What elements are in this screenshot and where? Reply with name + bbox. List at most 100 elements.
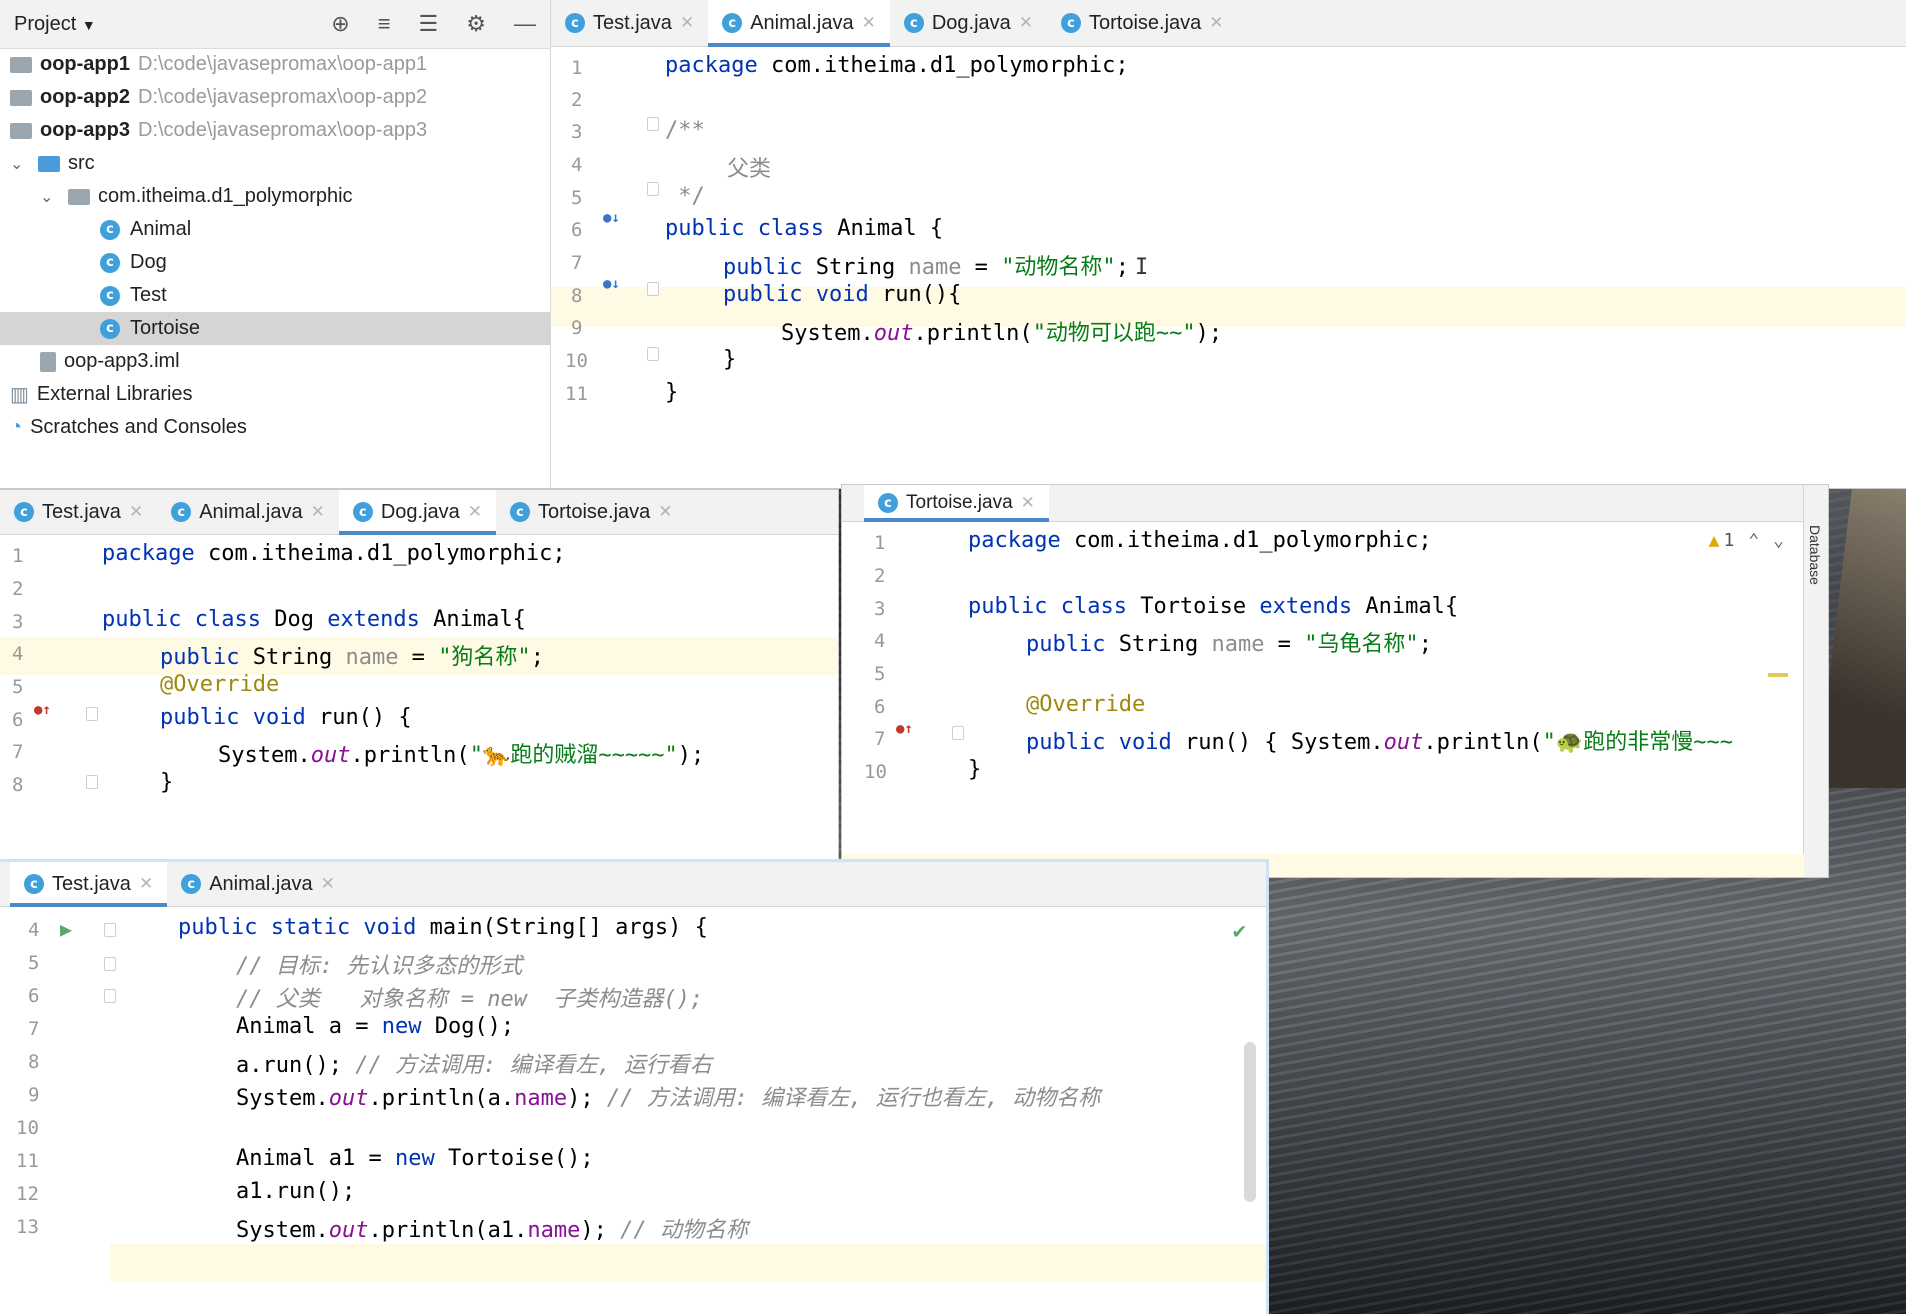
minimize-icon[interactable]: — xyxy=(514,11,536,37)
line-number: 9 xyxy=(571,317,583,339)
close-icon[interactable]: ✕ xyxy=(862,13,876,33)
code-token: "🐢跑的非常慢~~~ xyxy=(1542,730,1733,755)
fold-marker-icon[interactable] xyxy=(647,347,659,361)
current-line-highlight xyxy=(110,1244,1266,1282)
close-icon[interactable]: ✕ xyxy=(1209,13,1223,33)
chevron-down-icon[interactable]: ⌄ xyxy=(40,187,68,207)
tree-item-path: D:\code\javasepromax\oop-app2 xyxy=(138,86,428,108)
code-area[interactable]: ✔ 4 5 6 7 8 9 10 11 12 13 ▶ public stati… xyxy=(0,907,1266,1314)
fold-marker-icon[interactable] xyxy=(647,117,659,131)
chevron-down-icon[interactable]: ⌄ xyxy=(10,154,38,174)
database-side-panel[interactable]: Database xyxy=(1803,485,1828,877)
line-number: 5 xyxy=(874,663,886,685)
code-line-5: // 目标: 先认识多态的形式 xyxy=(236,954,523,979)
ide-window-test: c Test.java ✕ c Animal.java ✕ ✔ 4 5 6 7 8 9 … xyxy=(0,862,1266,1314)
close-icon[interactable]: ✕ xyxy=(468,502,482,522)
fold-marker-icon[interactable] xyxy=(104,923,116,937)
tree-item-src[interactable]: ⌄ src xyxy=(0,147,550,180)
tab-animal-java[interactable]: c Animal.java ✕ xyxy=(167,862,349,906)
code-line-1: package com.itheima.d1_polymorphic; xyxy=(665,53,1906,78)
close-icon[interactable]: ✕ xyxy=(311,502,325,522)
tab-label: Animal.java xyxy=(750,11,854,34)
tab-dog-java[interactable]: c Dog.java ✕ xyxy=(338,490,497,535)
code-token: public void xyxy=(1026,730,1172,755)
package-icon xyxy=(68,188,90,205)
fold-marker-icon[interactable] xyxy=(104,989,116,1003)
overriding-method-icon[interactable]: ●↑ xyxy=(896,721,913,737)
close-icon[interactable]: ✕ xyxy=(658,502,672,522)
overridden-method-icon[interactable]: ●↓ xyxy=(603,210,620,226)
tree-item-label: Dog xyxy=(130,251,167,273)
close-icon[interactable]: ✕ xyxy=(321,874,335,894)
tree-item-path: D:\code\javasepromax\oop-app1 xyxy=(138,53,428,75)
code-area[interactable]: 1 2 3 4 5 6 7 8 9 10 11 ●↓ ●↓ package co… xyxy=(551,47,1906,488)
line-number: 4 xyxy=(571,154,583,176)
line-number: 4 xyxy=(12,643,24,665)
tab-animal-java[interactable]: c Animal.java ✕ xyxy=(157,490,339,534)
tab-tortoise-java[interactable]: c Tortoise.java ✕ xyxy=(864,485,1049,522)
tree-item-tortoise[interactable]: c Tortoise xyxy=(0,312,550,345)
tree-item-oop-app3[interactable]: oop-app3 D:\code\javasepromax\oop-app3 xyxy=(0,114,550,147)
close-icon[interactable]: ✕ xyxy=(129,502,143,522)
close-icon[interactable]: ✕ xyxy=(680,13,694,33)
fold-marker-icon[interactable] xyxy=(86,775,98,789)
code-line-6: public class Animal { xyxy=(665,216,1906,241)
fold-marker-icon[interactable] xyxy=(647,282,659,296)
tree-item-external-libraries[interactable]: ▥ External Libraries xyxy=(0,378,550,411)
code-token: public static void xyxy=(178,915,417,940)
close-icon[interactable]: ✕ xyxy=(139,874,153,894)
code-token: // 方法调用: 编译看左, 运行也看左, 动物名称 xyxy=(606,1086,1101,1111)
code-line-6: @Override xyxy=(1026,692,1146,717)
code-area[interactable]: 1 2 3 4 5 6 7 8 ●↑ package com.itheima.d… xyxy=(0,535,838,860)
tree-item-iml[interactable]: oop-app3.iml xyxy=(0,345,550,378)
tree-item-oop-app1[interactable]: oop-app1 D:\code\javasepromax\oop-app1 xyxy=(0,48,550,81)
fold-marker-icon[interactable] xyxy=(952,726,964,740)
code-line-13: System.out.println(a1.name); // 动物名称 xyxy=(236,1212,1266,1244)
runnable-class-icon: c xyxy=(24,874,44,894)
tab-dog-java[interactable]: c Dog.java ✕ xyxy=(890,0,1047,46)
class-icon: c xyxy=(100,252,120,273)
class-icon: c xyxy=(14,502,34,522)
code-line-3: /** xyxy=(665,118,705,143)
locate-icon[interactable]: ⊕ xyxy=(331,11,349,37)
tab-tortoise-java[interactable]: c Tortoise.java ✕ xyxy=(1047,0,1238,46)
tree-item-label: External Libraries xyxy=(36,383,193,405)
code-line-9: System.out.println(a.name); // 方法调用: 编译看… xyxy=(236,1080,1266,1112)
overridden-method-icon[interactable]: ●↓ xyxy=(603,276,620,292)
line-number: 6 xyxy=(571,219,583,241)
run-icon[interactable]: ▶ xyxy=(60,917,72,941)
tree-item-dog[interactable]: c Dog xyxy=(0,246,550,279)
tab-test-java[interactable]: c Test.java ✕ xyxy=(551,0,708,46)
tree-item-oop-app2[interactable]: oop-app2 D:\code\javasepromax\oop-app2 xyxy=(0,81,550,114)
gear-icon[interactable]: ⚙ xyxy=(466,11,486,37)
code-token: // 方法调用: 编译看左, 运行看右 xyxy=(355,1053,712,1078)
tree-item-test[interactable]: c Test xyxy=(0,279,550,312)
code-token: System. xyxy=(236,1218,329,1243)
warning-stripe[interactable] xyxy=(1768,673,1788,677)
collapse-all-icon[interactable]: ☰ xyxy=(419,11,439,37)
tree-item-animal[interactable]: c Animal xyxy=(0,213,550,246)
fold-marker-icon[interactable] xyxy=(104,957,116,971)
fold-marker-icon[interactable] xyxy=(86,707,98,721)
code-token: Animal{ xyxy=(419,607,526,632)
code-token: System. xyxy=(218,743,311,768)
module-icon xyxy=(10,89,32,106)
close-icon[interactable]: ✕ xyxy=(1019,13,1033,33)
code-token: System. xyxy=(1290,730,1384,755)
expand-all-icon[interactable]: ≡ xyxy=(378,11,391,37)
tree-item-scratches[interactable]: ◔ Scratches and Consoles xyxy=(0,411,550,444)
tree-item-label: Scratches and Consoles xyxy=(30,416,247,438)
project-view-selector[interactable]: Project ▼ xyxy=(14,13,96,36)
overriding-method-icon[interactable]: ●↑ xyxy=(34,702,51,718)
fold-marker-icon[interactable] xyxy=(647,182,659,196)
code-area[interactable]: ▲ 1 ⌃ ⌄ 1 2 3 4 5 6 7 10 ●↑ package com.i… xyxy=(842,522,1804,877)
tree-item-label: src xyxy=(68,152,95,174)
tab-test-java[interactable]: c Test.java ✕ xyxy=(10,862,168,907)
close-icon[interactable]: ✕ xyxy=(1021,493,1035,513)
tab-test-java[interactable]: c Test.java ✕ xyxy=(0,490,157,534)
line-number: 5 xyxy=(12,676,24,698)
tab-label: Tortoise.java xyxy=(906,492,1013,513)
tree-item-package[interactable]: ⌄ com.itheima.d1_polymorphic xyxy=(0,180,550,213)
tab-tortoise-java[interactable]: c Tortoise.java ✕ xyxy=(496,490,687,534)
tab-animal-java[interactable]: c Animal.java ✕ xyxy=(708,0,890,47)
